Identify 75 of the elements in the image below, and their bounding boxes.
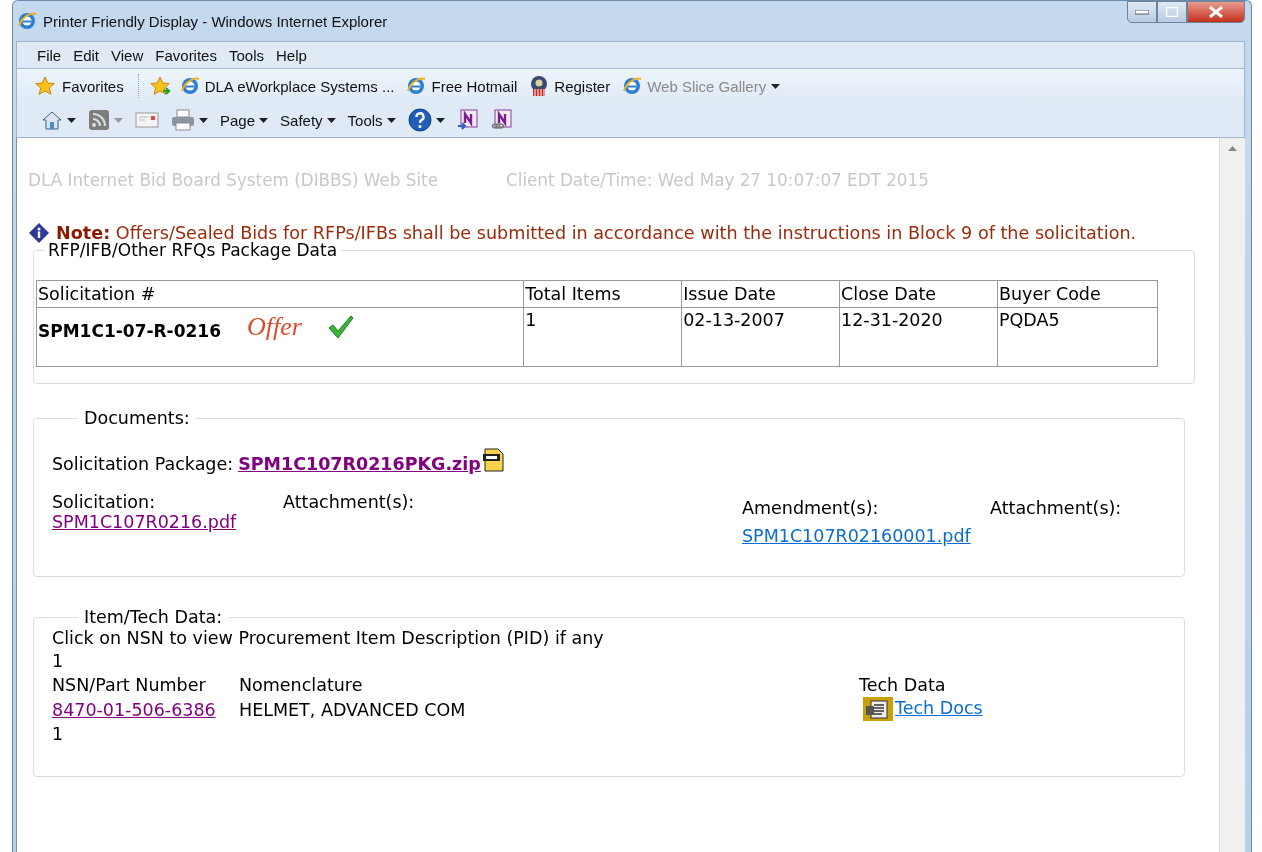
field-label: Solicitation Package: [52, 454, 234, 474]
close-button[interactable] [1187, 1, 1245, 23]
menu-item[interactable]: Tools [222, 46, 270, 64]
menu-item[interactable]: File [31, 46, 68, 64]
tech-docs-link[interactable]: Tech Docs [895, 696, 983, 721]
favorites-item[interactable]: Favorites [31, 75, 128, 97]
table-cell: 02-13-2007 [681, 307, 840, 367]
item-count: 1 [52, 650, 65, 673]
panel-legend: RFP/IFB/Other RFQs Package Data [44, 240, 342, 260]
close-icon [1209, 6, 1223, 18]
field-label: Amendment(s): [742, 498, 880, 518]
caret-icon [114, 117, 123, 123]
menu-item[interactable]: Favorites [149, 46, 223, 64]
maximize-icon [1166, 7, 1178, 17]
browser-icon [622, 76, 643, 96]
column-header: Close Date [839, 280, 998, 308]
star-icon [35, 75, 57, 97]
menu-item[interactable]: View [105, 46, 150, 64]
table-cell: 12-31-2020 [839, 307, 998, 367]
scroll-up-icon[interactable] [1228, 146, 1237, 151]
caret-icon [259, 117, 269, 123]
column-header: Total Items [523, 280, 682, 308]
file-link[interactable]: SPM1C107R0216PKG.zip [238, 454, 481, 474]
caret-icon [435, 117, 445, 123]
panel-legend: Item/Tech Data: [78, 607, 229, 627]
column-header: Solicitation # [36, 280, 524, 308]
menu-item[interactable]: Edit [67, 46, 106, 64]
browser-icon [17, 11, 37, 31]
menu-item[interactable]: Help [270, 46, 313, 64]
minimize-button[interactable] [1127, 1, 1157, 23]
favorites-item[interactable]: Free Hotmail [402, 76, 522, 96]
add-favorite-icon [149, 75, 172, 97]
column-header: NSN/Part Number [52, 674, 207, 697]
toolbar-menu[interactable]: Page [218, 111, 271, 129]
solicitation-number: SPM1C1-07-R-0216 [38, 320, 221, 341]
info-icon [28, 222, 50, 244]
maximize-button[interactable] [1157, 1, 1187, 23]
help-button[interactable] [405, 108, 447, 132]
column-header: Tech Data [859, 674, 947, 697]
scrollbar[interactable] [1219, 138, 1245, 852]
window-title: Printer Friendly Display - Windows Internet Explorer [43, 12, 388, 30]
table-cell: PQDA5 [997, 307, 1158, 367]
print-button[interactable] [169, 109, 210, 131]
field-label: Attachment(s): [283, 492, 415, 512]
minimize-icon [1135, 9, 1149, 15]
mail-button[interactable] [133, 112, 161, 128]
item-count: 1 [52, 723, 65, 746]
column-header: Nomenclature [239, 674, 364, 697]
note-text: Note: Offers/Sealed Bids for RFPs/IFBs shall be submitted in accordance with the instructions in Block 9 of the solicitation. [56, 223, 1137, 243]
toolbar-menu[interactable]: Safety [278, 111, 338, 129]
table-cell: 1 [523, 307, 682, 367]
caret-icon [771, 83, 781, 89]
zip-file-icon [481, 448, 506, 472]
browser-icon [179, 76, 200, 96]
offer-label: Offer [247, 312, 302, 342]
column-header: Buyer Code [997, 280, 1158, 308]
favorites-item[interactable]: Register [525, 75, 615, 97]
caret-icon [386, 117, 396, 123]
panel-legend: Documents: [78, 408, 196, 428]
instruction-text: Click on NSN to view Procurement Item Description (PID) if any [52, 627, 605, 650]
document-icon [863, 696, 893, 721]
caret-icon [199, 117, 208, 123]
caret-icon [326, 117, 336, 123]
nsn-link[interactable]: 8470-01-506-6386 [52, 700, 216, 720]
caret-icon [67, 117, 76, 123]
field-label: Solicitation: [52, 492, 157, 512]
field-label: Attachment(s): [990, 498, 1122, 518]
column-header: Issue Date [681, 280, 840, 308]
nomenclature: HELMET, ADVANCED COM [239, 699, 467, 722]
browser-icon [406, 76, 427, 96]
seal-icon [529, 75, 550, 97]
favorites-item[interactable]: DLA eWorkplace Systems ... [175, 76, 399, 96]
file-link[interactable]: SPM1C107R02160001.pdf [742, 526, 971, 546]
toolbar-menu[interactable]: Tools [345, 111, 398, 129]
file-link[interactable]: SPM1C107R0216.pdf [52, 512, 237, 532]
